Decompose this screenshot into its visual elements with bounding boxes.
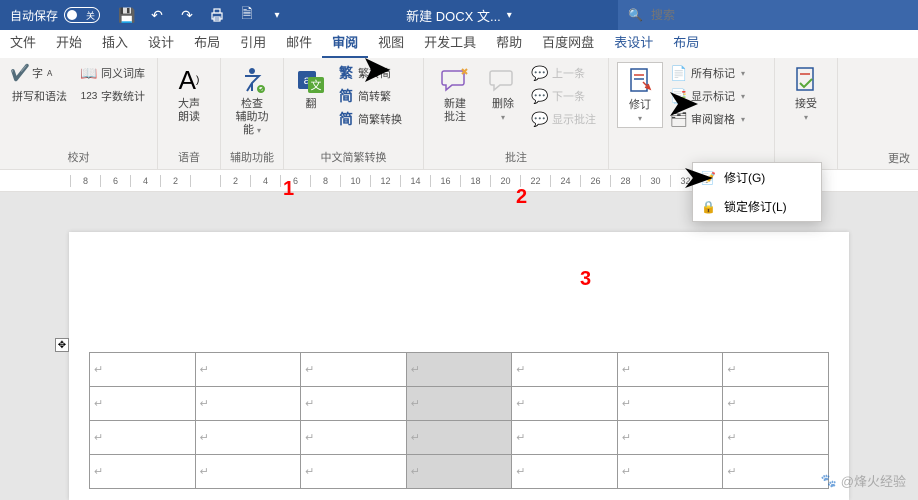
table-cell[interactable]: ↵ bbox=[512, 455, 618, 489]
document-table[interactable]: ↵↵↵↵↵↵↵↵↵↵↵↵↵↵↵↵↵↵↵↵↵↵↵↵↵↵↵↵ bbox=[89, 352, 829, 489]
table-cell[interactable]: ↵ bbox=[406, 387, 512, 421]
table-cell[interactable]: ↵ bbox=[195, 421, 301, 455]
markup-icon: 📄 bbox=[671, 65, 687, 81]
ribbon-tabs: 文件开始插入设计布局引用邮件审阅视图开发工具帮助百度网盘表设计布局 bbox=[0, 30, 918, 58]
thesaurus-button[interactable]: 📖同义词库 bbox=[77, 62, 149, 84]
table-cell[interactable]: ↵ bbox=[195, 455, 301, 489]
table-cell[interactable]: ↵ bbox=[301, 353, 407, 387]
autosave-area: 自动保存 关 bbox=[0, 7, 110, 24]
accessibility-icon bbox=[236, 64, 268, 96]
annotation-number-1: 1 bbox=[283, 178, 294, 201]
table-cell[interactable]: ↵ bbox=[512, 353, 618, 387]
search-box[interactable]: 🔍 bbox=[618, 0, 918, 30]
table-cell[interactable]: ↵ bbox=[617, 421, 723, 455]
table-cell[interactable]: ↵ bbox=[723, 353, 829, 387]
spelling-grammar-button[interactable]: 拼写和语法 bbox=[8, 85, 71, 107]
table-cell[interactable]: ↵ bbox=[723, 387, 829, 421]
table-cell[interactable]: ↵ bbox=[90, 455, 196, 489]
tab-帮助[interactable]: 帮助 bbox=[486, 27, 532, 58]
all-markup-button[interactable]: 📄所有标记▾ bbox=[667, 62, 749, 84]
autosave-label: 自动保存 bbox=[10, 7, 58, 24]
table-cell[interactable]: ↵ bbox=[617, 387, 723, 421]
undo-icon[interactable]: ↶ bbox=[146, 4, 168, 26]
readaloud-icon: A) bbox=[173, 64, 205, 96]
tab-开发工具[interactable]: 开发工具 bbox=[414, 27, 486, 58]
save-icon[interactable]: 💾 bbox=[116, 4, 138, 26]
table-cell[interactable]: ↵ bbox=[617, 455, 723, 489]
table-cell[interactable]: ↵ bbox=[512, 421, 618, 455]
group-speech: A) 大声朗读 语音 bbox=[158, 58, 221, 169]
table-cell[interactable]: ↵ bbox=[406, 353, 512, 387]
template-icon[interactable]: 🗎 bbox=[236, 4, 258, 26]
tab-审阅[interactable]: 审阅 bbox=[322, 27, 368, 58]
table-cell[interactable]: ↵ bbox=[90, 353, 196, 387]
group-accessibility: 检查辅助功能 ▾ 辅助功能 bbox=[221, 58, 284, 169]
table-cell[interactable]: ↵ bbox=[406, 455, 512, 489]
prev-icon: 💬 bbox=[532, 65, 548, 81]
ribbon: ✔️字A 拼写和语法 📖同义词库 123字数统计 校对 A) 大声朗读 语音 检… bbox=[0, 58, 918, 170]
group-label-accessibility: 辅助功能 bbox=[229, 147, 275, 167]
check-accessibility-button[interactable]: 检查辅助功能 ▾ bbox=[229, 62, 275, 140]
tab-设计[interactable]: 设计 bbox=[138, 27, 184, 58]
tab-表设计[interactable]: 表设计 bbox=[604, 27, 663, 58]
search-icon: 🔍 bbox=[628, 8, 643, 22]
title-caret-icon[interactable]: ▾ bbox=[507, 10, 512, 21]
annotation-arrow-3 bbox=[585, 168, 715, 288]
table-cell[interactable]: ↵ bbox=[301, 421, 407, 455]
comment-icon bbox=[439, 64, 471, 96]
abc-icon: ✔️ bbox=[12, 65, 28, 81]
group-proofing: ✔️字A 拼写和语法 📖同义词库 123字数统计 校对 bbox=[0, 58, 158, 169]
table-move-handle[interactable]: ✥ bbox=[55, 338, 69, 352]
group-changes: 接受▾ bbox=[775, 58, 838, 169]
book-icon: 📖 bbox=[81, 65, 97, 81]
table-cell[interactable]: ↵ bbox=[723, 421, 829, 455]
new-comment-button[interactable]: 新建批注 bbox=[432, 62, 478, 126]
tab-插入[interactable]: 插入 bbox=[92, 27, 138, 58]
table-cell[interactable]: ↵ bbox=[195, 387, 301, 421]
table-cell[interactable]: ↵ bbox=[195, 353, 301, 387]
count-icon: 123 bbox=[81, 88, 97, 104]
qat-more-icon[interactable]: ▾ bbox=[266, 4, 288, 26]
prev-comment-button[interactable]: 💬上一条 bbox=[528, 62, 600, 84]
read-aloud-button[interactable]: A) 大声朗读 bbox=[166, 62, 212, 126]
watermark: 🐾@烽火经验 bbox=[821, 471, 906, 490]
table-cell[interactable]: ↵ bbox=[617, 353, 723, 387]
quick-access-toolbar: 💾 ↶ ↷ 🗎 ▾ bbox=[110, 4, 294, 26]
table-cell[interactable]: ↵ bbox=[90, 387, 196, 421]
accept-button[interactable]: 接受▾ bbox=[783, 62, 829, 126]
spelling-button[interactable]: ✔️字A bbox=[8, 62, 71, 84]
wordcount-button[interactable]: 123字数统计 bbox=[77, 85, 149, 107]
group-label-proofing: 校对 bbox=[8, 147, 149, 167]
table-cell[interactable]: ↵ bbox=[723, 455, 829, 489]
print-icon[interactable] bbox=[206, 4, 228, 26]
tab-视图[interactable]: 视图 bbox=[368, 27, 414, 58]
redo-icon[interactable]: ↷ bbox=[176, 4, 198, 26]
table-cell[interactable]: ↵ bbox=[301, 455, 407, 489]
tab-布局[interactable]: 布局 bbox=[663, 27, 709, 58]
tab-布局[interactable]: 布局 bbox=[184, 27, 230, 58]
title-bar: 自动保存 关 💾 ↶ ↷ 🗎 ▾ 新建 DOCX 文... ▾ 🔍 bbox=[0, 0, 918, 30]
table-cell[interactable]: ↵ bbox=[512, 387, 618, 421]
table-cell[interactable]: ↵ bbox=[406, 421, 512, 455]
document-area[interactable]: ✥ ↵↵↵↵↵↵↵↵↵↵↵↵↵↵↵↵↵↵↵↵↵↵↵↵↵↵↵↵ bbox=[0, 192, 918, 500]
search-input[interactable] bbox=[651, 8, 851, 22]
delete-comment-icon bbox=[487, 64, 519, 96]
annotation-number-3: 3 bbox=[580, 268, 591, 291]
autosave-toggle[interactable]: 关 bbox=[64, 7, 100, 23]
changes-label: 更改 bbox=[888, 150, 910, 166]
annotation-number-2: 2 bbox=[516, 186, 527, 209]
annotation-arrow-1 bbox=[285, 58, 395, 198]
paw-icon: 🐾 bbox=[821, 473, 837, 489]
page: ✥ ↵↵↵↵↵↵↵↵↵↵↵↵↵↵↵↵↵↵↵↵↵↵↵↵↵↵↵↵ bbox=[69, 232, 849, 500]
tab-引用[interactable]: 引用 bbox=[230, 27, 276, 58]
group-label-speech: 语音 bbox=[166, 147, 212, 167]
document-title: 新建 DOCX 文... ▾ bbox=[406, 6, 512, 25]
tab-百度网盘[interactable]: 百度网盘 bbox=[532, 27, 604, 58]
table-cell[interactable]: ↵ bbox=[90, 421, 196, 455]
tab-文件[interactable]: 文件 bbox=[0, 27, 46, 58]
accept-icon bbox=[790, 64, 822, 96]
tab-邮件[interactable]: 邮件 bbox=[276, 27, 322, 58]
tab-开始[interactable]: 开始 bbox=[46, 27, 92, 58]
table-cell[interactable]: ↵ bbox=[301, 387, 407, 421]
